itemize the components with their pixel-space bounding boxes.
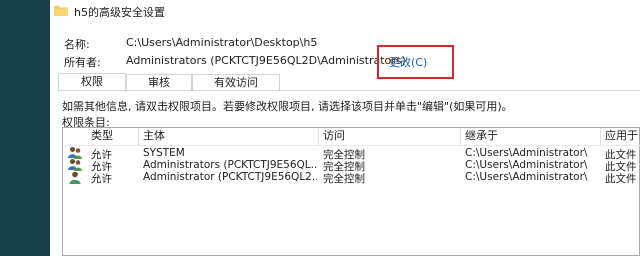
header-divider bbox=[63, 145, 640, 146]
column-header-principal[interactable]: 主体 bbox=[139, 128, 319, 145]
owner-label: 所有者: bbox=[64, 56, 101, 69]
row-type: 允许 bbox=[91, 173, 112, 185]
column-header-applies[interactable]: 应用于 bbox=[601, 128, 640, 145]
tab-effective-access[interactable]: 有效访问 bbox=[192, 74, 280, 91]
name-label: 名称: bbox=[64, 38, 90, 51]
tab-auditing[interactable]: 审核 bbox=[126, 74, 192, 91]
info-text: 如需其他信息, 请双击权限项目。若要修改权限项目, 请选择该项目并单击"编辑"(… bbox=[62, 100, 513, 113]
folder-icon bbox=[54, 6, 68, 16]
group-icon bbox=[68, 159, 82, 171]
row-inherited: C:\Users\Administrator\ bbox=[465, 171, 588, 183]
owner-value: Administrators (PCKTCTJ9E56QL2D\Administ… bbox=[126, 54, 406, 67]
name-value: C:\Users\Administrator\Desktop\h5 bbox=[126, 36, 318, 49]
permission-entries-list[interactable]: 类型 主体 访问 继承于 应用于 允许 SYSTEM 完全控制 C:\Users… bbox=[62, 127, 640, 256]
row-principal: SYSTEM bbox=[143, 147, 185, 159]
user-icon bbox=[69, 171, 81, 184]
tab-divider bbox=[58, 90, 640, 91]
row-inherited: C:\Users\Administrator\ bbox=[465, 147, 588, 159]
row-applies: 此文件 bbox=[605, 173, 637, 185]
window-title: h5的高级安全设置 bbox=[74, 6, 165, 19]
column-header-inherited[interactable]: 继承于 bbox=[461, 128, 601, 145]
highlight-box bbox=[377, 45, 454, 79]
title-bar: h5的高级安全设置 bbox=[50, 0, 640, 24]
row-principal: Administrator (PCKTCTJ9E56QL2... bbox=[143, 171, 317, 183]
column-header-type[interactable]: 类型 bbox=[63, 128, 139, 145]
row-inherited: C:\Users\Administrator\ bbox=[465, 159, 588, 171]
row-access: 完全控制 bbox=[323, 173, 365, 185]
column-header-access[interactable]: 访问 bbox=[319, 128, 461, 145]
row-principal: Administrators (PCKTCTJ9E56QL... bbox=[143, 159, 317, 171]
